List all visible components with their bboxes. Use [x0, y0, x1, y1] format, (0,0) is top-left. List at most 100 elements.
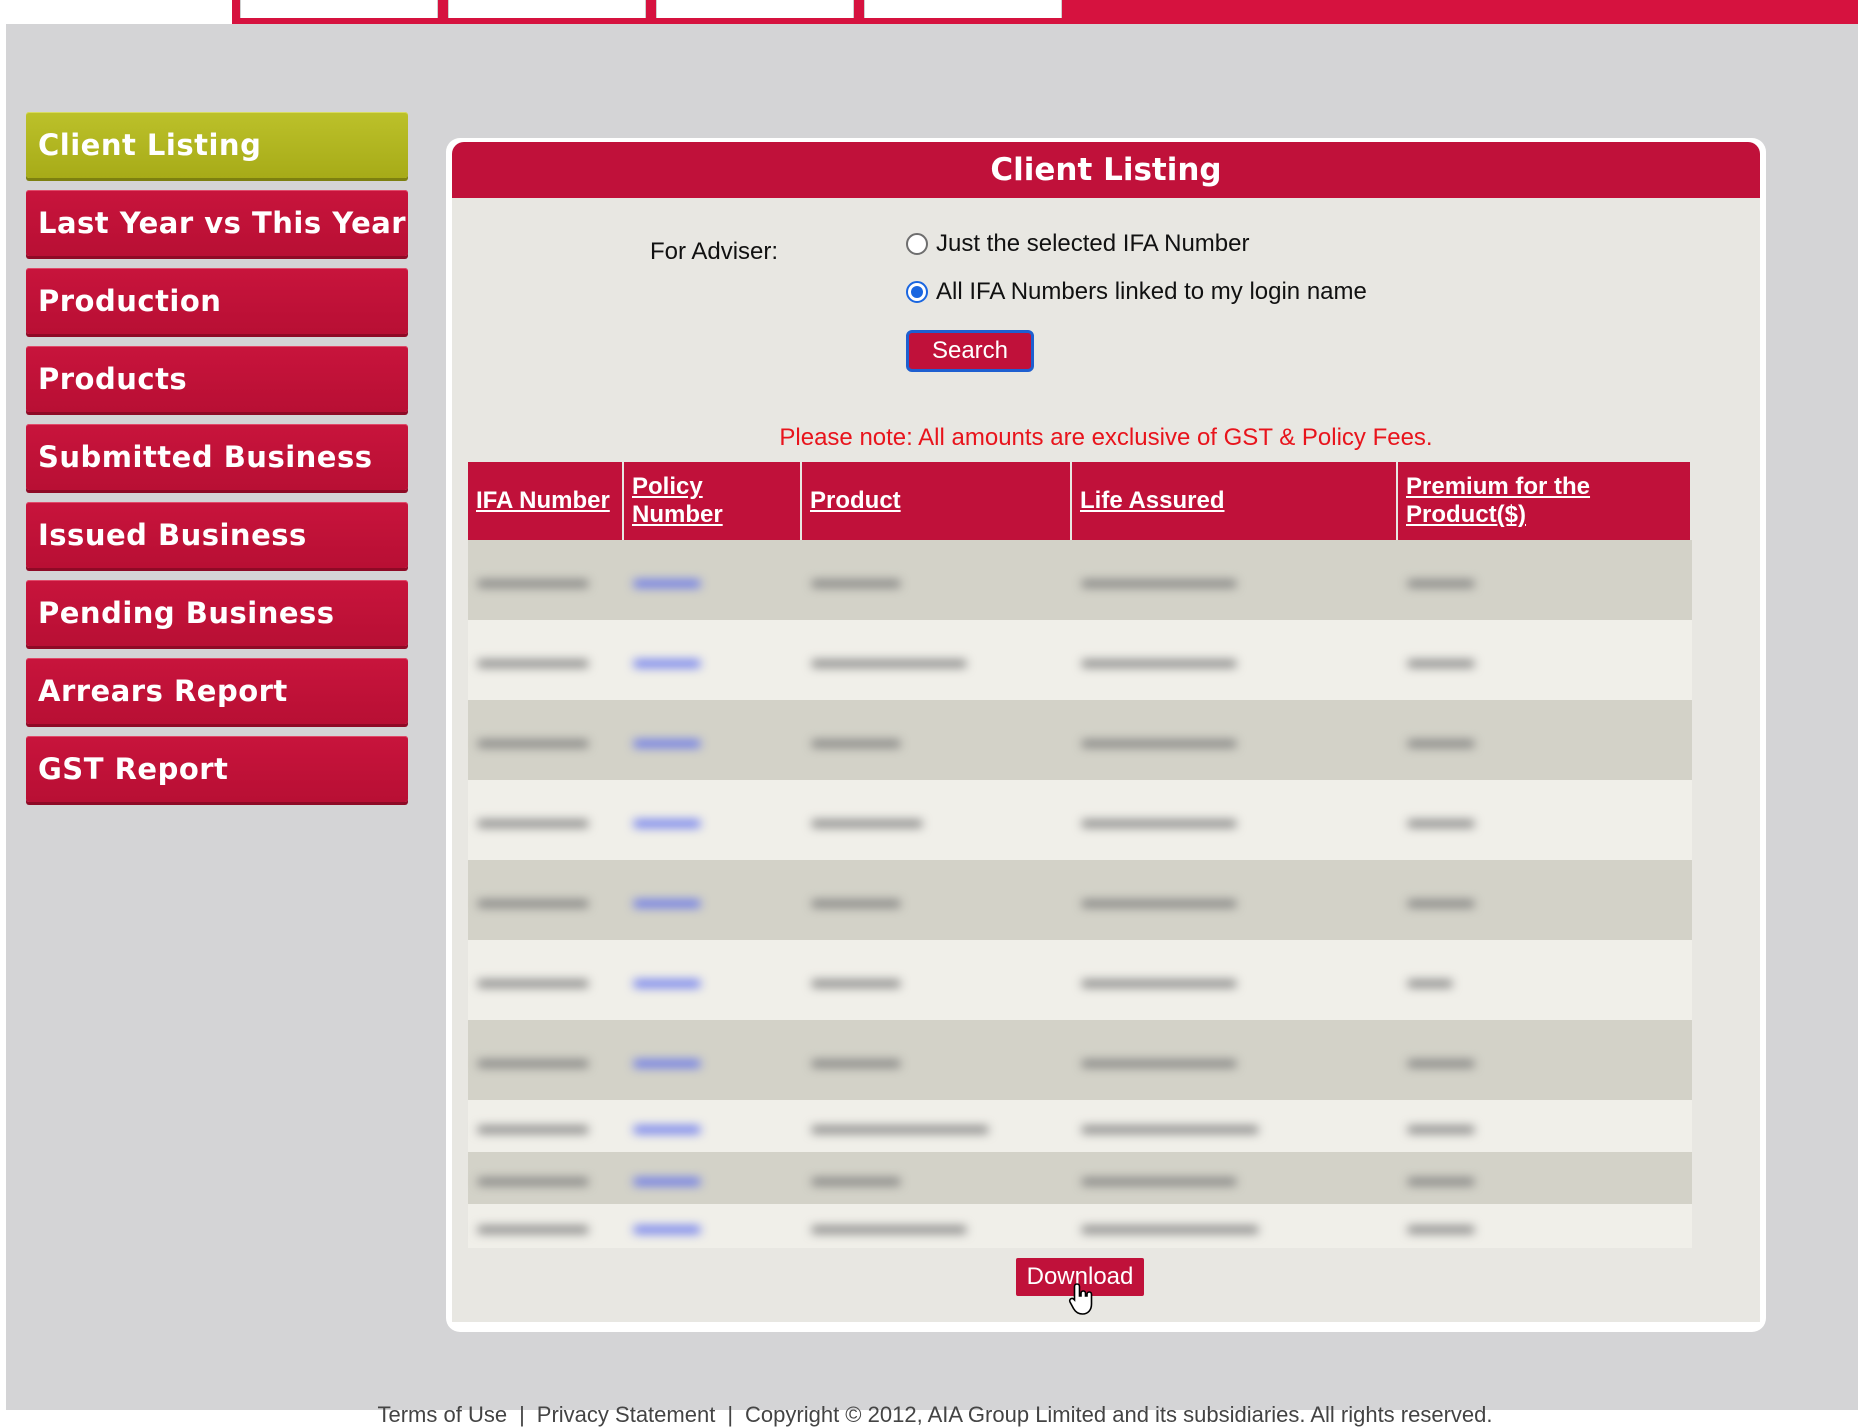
table-cell: ▬▬▬▬▬▬▬ [812, 647, 966, 672]
table-cell[interactable]: ▬▬▬ [624, 940, 802, 1020]
table-row: ▬▬▬▬▬ ▬▬▬ ▬▬▬▬ ▬▬▬▬▬▬▬ ▬▬ [468, 940, 1692, 1020]
table-row: ▬▬▬▬▬ ▬▬▬ ▬▬▬▬ ▬▬▬▬▬▬▬ ▬▬▬ [468, 700, 1692, 780]
radio-button[interactable] [906, 233, 928, 255]
table-cell: ▬▬▬▬▬▬▬ [1082, 967, 1236, 992]
client-table: IFA Number Policy Number Product Life As… [468, 462, 1692, 1248]
table-cell: ▬▬▬▬ [812, 967, 900, 992]
table-cell: ▬▬▬▬▬▬▬▬ [812, 1113, 988, 1138]
adviser-label: For Adviser: [650, 238, 779, 265]
table-cell[interactable]: ▬▬▬ [624, 540, 802, 620]
table-cell: ▬▬▬ [1408, 1213, 1474, 1238]
sidebar-item-label: Pending Business [38, 596, 335, 630]
table-cell[interactable]: ▬▬▬ [624, 860, 802, 940]
table-cell: ▬▬▬▬▬▬▬ [1082, 727, 1236, 752]
column-header-policy-number[interactable]: Policy Number [624, 462, 802, 540]
table-row: ▬▬▬▬▬ ▬▬▬ ▬▬▬▬ ▬▬▬▬▬▬▬ ▬▬▬ [468, 860, 1692, 940]
top-nav-tab[interactable] [448, 0, 646, 18]
table-cell: ▬▬ [1408, 967, 1452, 992]
table-cell[interactable]: ▬▬▬ [624, 1152, 802, 1204]
column-header-life-assured[interactable]: Life Assured [1072, 462, 1398, 540]
sidebar-item-issued-business[interactable]: Issued Business [26, 502, 408, 568]
table-cell: ▬▬▬▬ [812, 727, 900, 752]
table-cell: ▬▬▬ [1408, 727, 1474, 752]
sidebar-item-label: Client Listing [38, 128, 262, 162]
table-cell[interactable]: ▬▬▬ [624, 620, 802, 700]
table-cell: ▬▬▬ [1408, 887, 1474, 912]
radio-option-all-ifa[interactable]: All IFA Numbers linked to my login name [906, 278, 1367, 306]
radio-label: All IFA Numbers linked to my login name [936, 278, 1367, 305]
table-cell[interactable]: ▬▬▬ [624, 1204, 802, 1248]
table-row: ▬▬▬▬▬ ▬▬▬ ▬▬▬▬▬▬▬▬ ▬▬▬▬▬▬▬▬ ▬▬▬ [468, 1100, 1692, 1152]
table-cell: ▬▬▬ [1408, 647, 1474, 672]
panel-content: Client Listing For Adviser: Just the sel… [452, 142, 1760, 1322]
table-cell: ▬▬▬ [1408, 1113, 1474, 1138]
sidebar-item-gst-report[interactable]: GST Report [26, 736, 408, 802]
client-listing-panel: Client Listing For Adviser: Just the sel… [446, 138, 1766, 1332]
top-nav-tab[interactable] [656, 0, 854, 18]
table-row: ▬▬▬▬▬ ▬▬▬ ▬▬▬▬▬ ▬▬▬▬▬▬▬ ▬▬▬ [468, 780, 1692, 860]
search-button[interactable]: Search [906, 330, 1034, 372]
footer-separator: | [727, 1402, 734, 1427]
top-nav-tab[interactable] [864, 0, 1062, 18]
radio-option-selected-ifa[interactable]: Just the selected IFA Number [906, 230, 1250, 258]
sidebar-item-last-year-vs-this-year[interactable]: Last Year vs This Year [26, 190, 408, 256]
table-cell: ▬▬▬▬▬ [478, 1113, 588, 1138]
sidebar-item-production[interactable]: Production [26, 268, 408, 334]
table-cell: ▬▬▬▬▬▬▬ [1082, 1047, 1236, 1072]
gst-note: Please note: All amounts are exclusive o… [779, 424, 1433, 451]
table-row: ▬▬▬▬▬ ▬▬▬ ▬▬▬▬ ▬▬▬▬▬▬▬ ▬▬▬ [468, 1152, 1692, 1204]
table-cell[interactable]: ▬▬▬ [624, 780, 802, 860]
sidebar-item-label: Products [38, 362, 188, 396]
sidebar-item-label: Arrears Report [38, 674, 288, 708]
table-cell: ▬▬▬▬▬ [478, 1047, 588, 1072]
radio-label: Just the selected IFA Number [936, 230, 1250, 257]
table-cell: ▬▬▬▬▬▬▬ [1082, 1165, 1236, 1190]
table-cell: ▬▬▬▬▬▬▬ [1082, 647, 1236, 672]
table-cell[interactable]: ▬▬▬ [624, 700, 802, 780]
top-nav-bar [232, 0, 1858, 24]
table-cell: ▬▬▬▬▬▬▬▬ [1082, 1113, 1258, 1138]
column-header-premium[interactable]: Premium for the Product($) [1398, 462, 1692, 540]
hand-cursor-icon [1068, 1283, 1093, 1315]
sidebar-item-pending-business[interactable]: Pending Business [26, 580, 408, 646]
sidebar-item-submitted-business[interactable]: Submitted Business [26, 424, 408, 490]
table-row: ▬▬▬▬▬ ▬▬▬ ▬▬▬▬▬▬▬ ▬▬▬▬▬▬▬▬ ▬▬▬ [468, 1204, 1692, 1248]
table-cell: ▬▬▬▬ [812, 567, 900, 592]
top-nav-tab[interactable] [240, 0, 438, 18]
copyright-text: Copyright © 2012, AIA Group Limited and … [745, 1402, 1493, 1427]
table-cell: ▬▬▬ [1408, 567, 1474, 592]
table-cell[interactable]: ▬▬▬ [624, 1020, 802, 1100]
table-cell: ▬▬▬ [1408, 1165, 1474, 1190]
footer-separator: | [519, 1402, 525, 1427]
table-cell: ▬▬▬ [1408, 1047, 1474, 1072]
table-cell: ▬▬▬▬▬ [478, 727, 588, 752]
sidebar-item-client-listing[interactable]: Client Listing [26, 112, 408, 178]
sidebar-item-arrears-report[interactable]: Arrears Report [26, 658, 408, 724]
sidebar-item-label: Issued Business [38, 518, 307, 552]
table-cell: ▬▬▬▬▬ [478, 647, 588, 672]
table-cell: ▬▬▬▬▬▬▬▬ [1082, 1213, 1258, 1238]
sidebar-item-products[interactable]: Products [26, 346, 408, 412]
column-header-product[interactable]: Product [802, 462, 1072, 540]
footer: Terms of Use | Privacy Statement | Copyr… [6, 1402, 1858, 1428]
privacy-statement-link[interactable]: Privacy Statement [537, 1402, 716, 1428]
table-cell[interactable]: ▬▬▬ [624, 1100, 802, 1152]
sidebar-item-label: Submitted Business [38, 440, 373, 474]
radio-button-checked[interactable] [906, 281, 928, 303]
table-cell: ▬▬▬ [1408, 807, 1474, 832]
table-cell: ▬▬▬▬▬ [478, 1165, 588, 1190]
sidebar-item-label: Production [38, 284, 222, 318]
panel-title: Client Listing [452, 142, 1760, 198]
table-cell: ▬▬▬▬▬ [478, 967, 588, 992]
table-cell: ▬▬▬▬▬▬▬ [1082, 887, 1236, 912]
table-cell: ▬▬▬▬ [812, 887, 900, 912]
page-body: Client Listing Last Year vs This Year Pr… [6, 24, 1858, 1427]
terms-of-use-link[interactable]: Terms of Use [377, 1402, 507, 1428]
sidebar-item-label: Last Year vs This Year [38, 206, 407, 240]
table-cell: ▬▬▬▬▬▬▬ [1082, 567, 1236, 592]
table-cell: ▬▬▬▬ [812, 1047, 900, 1072]
table-cell: ▬▬▬▬▬▬▬ [1082, 807, 1236, 832]
table-row: ▬▬▬▬▬ ▬▬▬ ▬▬▬▬ ▬▬▬▬▬▬▬ ▬▬▬ [468, 1020, 1692, 1100]
table-row: ▬▬▬▬▬ ▬▬▬ ▬▬▬▬▬▬▬ ▬▬▬▬▬▬▬ ▬▬▬ [468, 620, 1692, 700]
column-header-ifa-number[interactable]: IFA Number [468, 462, 624, 540]
